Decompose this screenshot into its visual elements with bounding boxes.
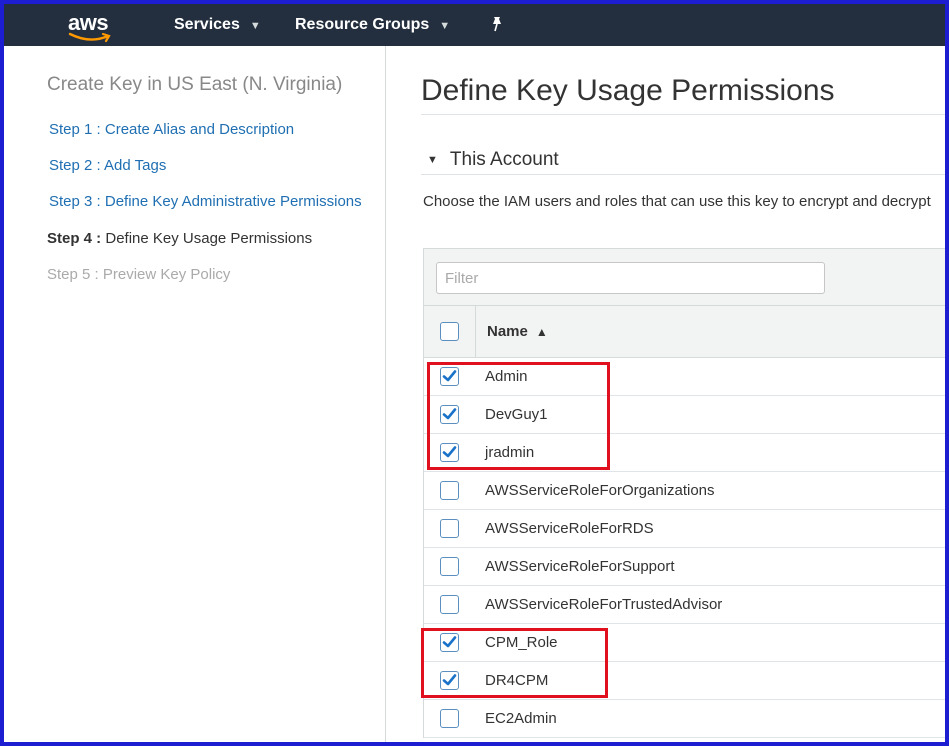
section-description: Choose the IAM users and roles that can … xyxy=(423,193,931,210)
services-label: Services xyxy=(174,16,240,33)
step-prefix: Step 4 : xyxy=(47,230,102,247)
wizard-sidebar: Create Key in US East (N. Virginia) Step… xyxy=(4,46,386,742)
wizard-title: Create Key in US East (N. Virginia) xyxy=(47,74,343,95)
row-checkbox[interactable] xyxy=(440,443,459,462)
table-row[interactable]: AWSServiceRoleForSupport xyxy=(424,548,945,586)
step-4-current: Step 4 : Define Key Usage Permissions xyxy=(47,230,312,247)
row-name: AWSServiceRoleForSupport xyxy=(485,558,675,575)
divider xyxy=(421,174,945,175)
select-all-cell xyxy=(424,306,476,358)
row-checkbox[interactable] xyxy=(440,595,459,614)
table-row[interactable]: AWSServiceRoleForOrganizations xyxy=(424,472,945,510)
pin-icon[interactable] xyxy=(490,16,504,36)
step-label: Add Tags xyxy=(104,157,167,174)
row-checkbox[interactable] xyxy=(440,481,459,500)
table-row[interactable]: DR4CPM xyxy=(424,662,945,700)
this-account-section-toggle[interactable]: ▼ This Account xyxy=(427,149,559,171)
divider xyxy=(421,114,945,115)
table-body: Admin DevGuy1 jradmin AWSServiceRoleForOrga… xyxy=(424,358,945,738)
table-row[interactable]: AWSServiceRoleForRDS xyxy=(424,510,945,548)
table-row[interactable]: Admin xyxy=(424,358,945,396)
page-title: Define Key Usage Permissions xyxy=(421,74,835,107)
select-all-checkbox[interactable] xyxy=(440,322,459,341)
step-1-link[interactable]: Step 1 : Create Alias and Description xyxy=(49,121,294,138)
row-name: AWSServiceRoleForTrustedAdvisor xyxy=(485,596,723,613)
table-row[interactable]: EC2Admin xyxy=(424,700,945,738)
row-name: jradmin xyxy=(485,444,535,461)
table-row[interactable]: jradmin xyxy=(424,434,945,472)
step-3-link[interactable]: Step 3 : Define Key Administrative Permi… xyxy=(49,193,362,210)
step-2-link[interactable]: Step 2 : Add Tags xyxy=(49,157,166,174)
row-name: DevGuy1 xyxy=(485,406,548,423)
aws-smile-icon xyxy=(68,32,111,43)
chevron-down-icon: ▼ xyxy=(249,20,261,32)
step-label: Define Key Usage Permissions xyxy=(105,230,313,247)
sort-icon: ▲︎ xyxy=(535,324,548,339)
main-content: Define Key Usage Permissions ▼ This Acco… xyxy=(387,46,945,742)
step-prefix: Step 1 : xyxy=(49,121,101,138)
resource-groups-menu[interactable]: Resource Groups ▼ xyxy=(295,16,450,34)
table-row[interactable]: AWSServiceRoleForTrustedAdvisor xyxy=(424,586,945,624)
table-header: Name ▲︎ xyxy=(424,306,945,358)
row-name: AWSServiceRoleForRDS xyxy=(485,520,654,537)
row-name: CPM_Role xyxy=(485,634,558,651)
step-prefix: Step 2 : xyxy=(49,157,101,174)
table-row[interactable]: DevGuy1 xyxy=(424,396,945,434)
row-name: DR4CPM xyxy=(485,672,549,689)
row-checkbox[interactable] xyxy=(440,367,459,386)
top-nav: aws Services ▼ Resource Groups ▼ xyxy=(4,4,945,46)
row-checkbox[interactable] xyxy=(440,671,459,690)
name-column-header[interactable]: Name ▲︎ xyxy=(487,323,548,340)
row-checkbox[interactable] xyxy=(440,557,459,576)
table-row[interactable]: CPM_Role xyxy=(424,624,945,662)
filter-input[interactable] xyxy=(436,262,825,294)
resource-groups-label: Resource Groups xyxy=(295,16,430,33)
row-name: EC2Admin xyxy=(485,710,557,727)
row-name: AWSServiceRoleForOrganizations xyxy=(485,482,715,499)
row-name: Admin xyxy=(485,368,528,385)
row-checkbox[interactable] xyxy=(440,709,459,728)
step-label: Preview Key Policy xyxy=(102,266,231,283)
iam-principals-table: Name ▲︎ Admin DevGuy1 jradmin AWSServiceRol… xyxy=(423,248,945,738)
row-checkbox[interactable] xyxy=(440,633,459,652)
column-name-label: Name xyxy=(487,323,528,340)
aws-logo[interactable]: aws xyxy=(68,10,116,43)
step-prefix: Step 3 : xyxy=(49,193,101,210)
step-label: Define Key Administrative Permissions xyxy=(104,193,362,210)
row-checkbox[interactable] xyxy=(440,405,459,424)
services-menu[interactable]: Services ▼ xyxy=(174,16,261,34)
filter-bar xyxy=(424,248,945,306)
caret-down-icon: ▼ xyxy=(427,154,438,166)
section-title: This Account xyxy=(449,149,559,170)
chevron-down-icon: ▼ xyxy=(439,20,451,32)
row-checkbox[interactable] xyxy=(440,519,459,538)
step-label: Create Alias and Description xyxy=(104,121,295,138)
step-prefix: Step 5 : xyxy=(47,266,99,283)
step-5-future: Step 5 : Preview Key Policy xyxy=(47,266,230,283)
